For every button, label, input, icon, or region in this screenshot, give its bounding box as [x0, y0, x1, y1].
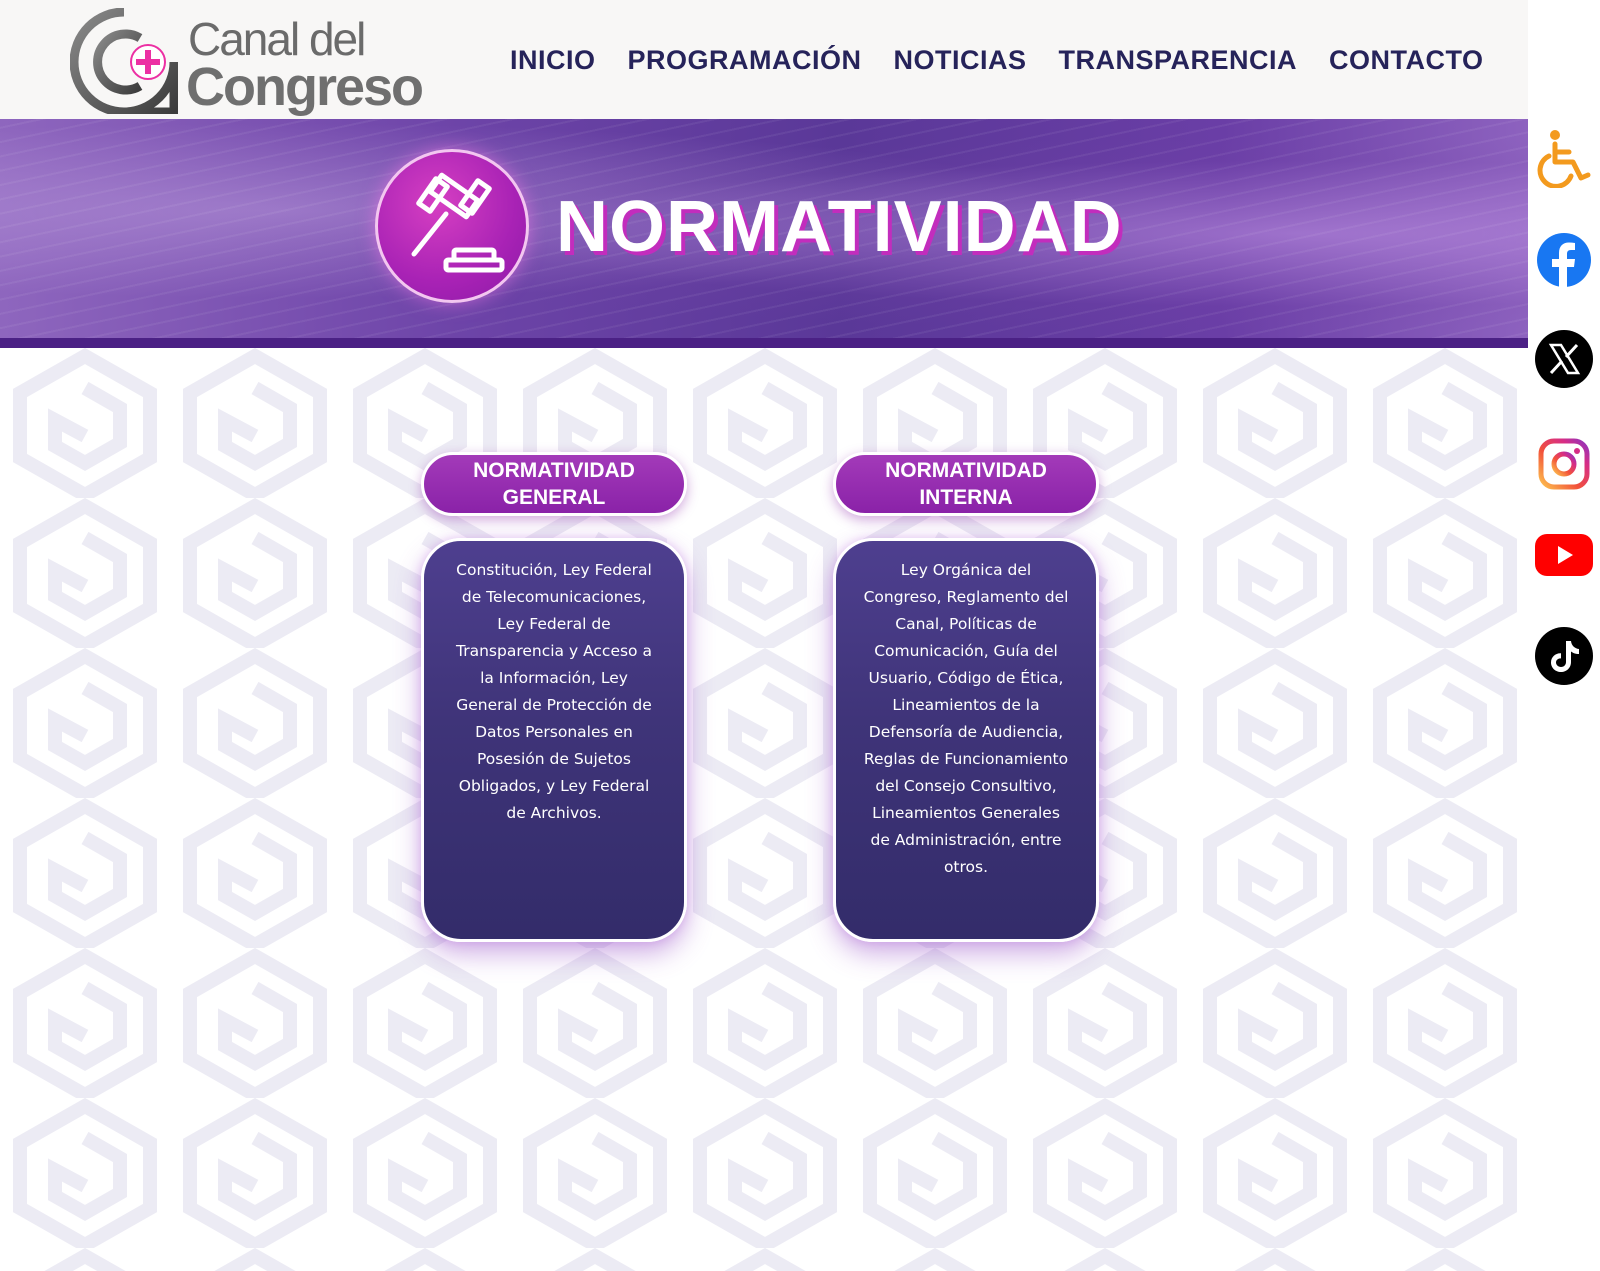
tiktok-icon — [1535, 627, 1593, 685]
logo-text-line1: Canal del — [188, 13, 366, 65]
gavel-icon — [411, 172, 505, 273]
youtube-icon — [1535, 534, 1593, 576]
main-nav: INICIO PROGRAMACIÓN NOTICIAS TRANSPARENC… — [510, 45, 1484, 76]
background-pattern — [0, 348, 1528, 1271]
card-title: NORMATIVIDAD INTERNA — [885, 458, 1047, 509]
card-description: Constitución, Ley Federal de Telecomunic… — [456, 561, 652, 822]
social-side-rail — [1528, 0, 1600, 1271]
instagram-icon — [1538, 438, 1590, 490]
instagram-link[interactable] — [1534, 434, 1594, 494]
canal-del-congreso-logo[interactable]: Canal del Congreso — [70, 8, 430, 114]
logo-mark-icon — [70, 8, 178, 114]
page-title: NORMATIVIDAD — [556, 187, 1123, 267]
page-banner: NORMATIVIDAD — [0, 119, 1528, 348]
card-title-pill[interactable]: NORMATIVIDAD INTERNA — [833, 452, 1099, 516]
nav-item-contacto[interactable]: CONTACTO — [1329, 45, 1484, 76]
card-title-pill[interactable]: NORMATIVIDAD GENERAL — [421, 452, 687, 516]
main-content: NORMATIVIDAD GENERAL Constitución, Ley F… — [0, 348, 1528, 1271]
gavel-emblem — [375, 149, 529, 303]
card-body: Ley Orgánica del Congreso, Reglamento de… — [833, 538, 1099, 942]
facebook-link[interactable] — [1534, 230, 1594, 290]
card-description: Ley Orgánica del Congreso, Reglamento de… — [863, 561, 1069, 876]
nav-item-programacion[interactable]: PROGRAMACIÓN — [628, 45, 862, 76]
x-twitter-link[interactable] — [1534, 329, 1594, 389]
nav-item-inicio[interactable]: INICIO — [510, 45, 596, 76]
youtube-link[interactable] — [1534, 525, 1594, 585]
accessibility-button[interactable] — [1534, 128, 1594, 188]
x-twitter-icon — [1535, 330, 1593, 388]
card-body: Constitución, Ley Federal de Telecomunic… — [421, 538, 687, 942]
nav-item-transparencia[interactable]: TRANSPARENCIA — [1059, 45, 1298, 76]
card-title: NORMATIVIDAD GENERAL — [473, 458, 635, 509]
nav-item-noticias[interactable]: NOTICIAS — [894, 45, 1027, 76]
accessibility-icon — [1537, 130, 1591, 188]
logo-text-line2: Congreso — [186, 57, 424, 117]
site-header: Canal del Congreso INICIO PROGRAMACIÓN N… — [0, 0, 1528, 119]
tiktok-link[interactable] — [1534, 626, 1594, 686]
facebook-icon — [1537, 233, 1591, 288]
